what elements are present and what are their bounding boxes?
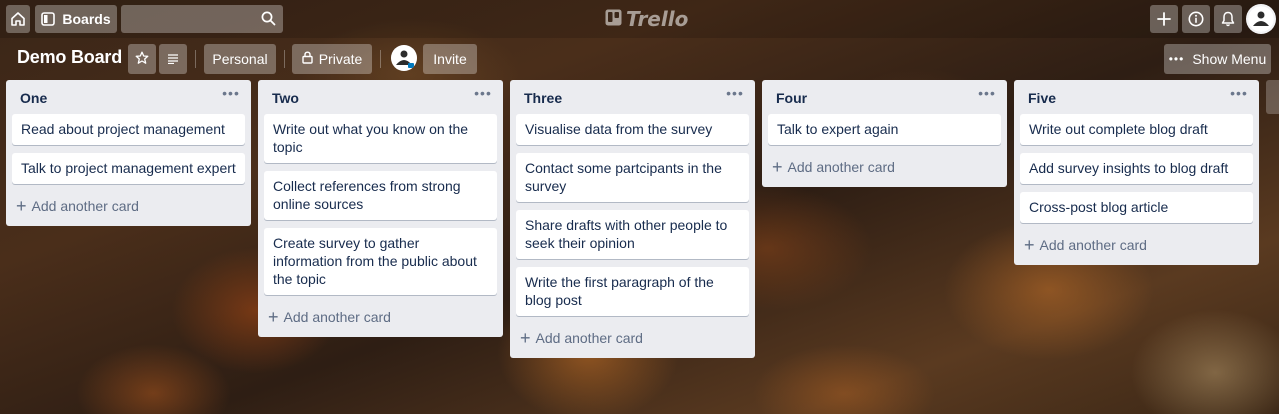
- invite-label: Invite: [433, 51, 467, 67]
- create-button[interactable]: [1150, 5, 1178, 33]
- add-card-button[interactable]: + Add another card: [264, 303, 497, 331]
- card[interactable]: Read about project management: [12, 114, 245, 145]
- trello-logo-icon: [605, 7, 622, 31]
- add-card-button[interactable]: + Add another card: [1020, 231, 1253, 259]
- boards-button[interactable]: Boards: [35, 5, 117, 33]
- plus-icon: +: [16, 196, 27, 216]
- card[interactable]: Visualise data from the survey: [516, 114, 749, 145]
- team-label: Personal: [212, 51, 268, 67]
- visibility-label: Private: [318, 51, 363, 67]
- member-avatar[interactable]: [391, 45, 417, 71]
- board-header: Demo Board Personal Private Invite ••• S…: [0, 42, 1279, 74]
- notifications-button[interactable]: [1214, 5, 1242, 33]
- plus-icon: +: [1024, 235, 1035, 255]
- list-title[interactable]: Three: [524, 90, 562, 106]
- ellipsis-icon[interactable]: •••: [725, 86, 745, 104]
- team-button[interactable]: Personal: [204, 44, 276, 74]
- add-list-button[interactable]: [1266, 80, 1279, 114]
- search-box[interactable]: [121, 5, 283, 33]
- divider: [195, 50, 196, 68]
- home-button[interactable]: [6, 5, 30, 33]
- card[interactable]: Talk to project management expert: [12, 153, 245, 184]
- boards-icon: [41, 12, 56, 26]
- lock-icon: [302, 51, 313, 67]
- divider: [284, 50, 285, 68]
- ellipsis-icon[interactable]: •••: [221, 86, 241, 104]
- card[interactable]: Write out what you know on the topic: [264, 114, 497, 163]
- plus-icon: +: [520, 328, 531, 348]
- show-menu-button[interactable]: ••• Show Menu: [1164, 44, 1271, 74]
- bell-icon: [1221, 11, 1235, 27]
- list-header: Two •••: [264, 80, 497, 114]
- add-card-label: Add another card: [283, 309, 391, 325]
- plus-icon: +: [772, 157, 783, 177]
- list-two: Two ••• Write out what you know on the t…: [258, 80, 503, 337]
- list-title[interactable]: Four: [776, 90, 807, 106]
- trello-logo-text: Trello: [626, 7, 689, 31]
- list-four: Four ••• Talk to expert again + Add anot…: [762, 80, 1007, 187]
- invite-button[interactable]: Invite: [423, 44, 477, 74]
- add-card-label: Add another card: [535, 330, 643, 346]
- board-title[interactable]: Demo Board: [17, 47, 122, 68]
- list-icon: [167, 51, 179, 67]
- add-card-button[interactable]: + Add another card: [768, 153, 1001, 181]
- list-five: Five ••• Write out complete blog draft A…: [1014, 80, 1259, 265]
- card[interactable]: Write out complete blog draft: [1020, 114, 1253, 145]
- card[interactable]: Share drafts with other people to seek t…: [516, 210, 749, 259]
- divider: [380, 50, 381, 68]
- card[interactable]: Add survey insights to blog draft: [1020, 153, 1253, 184]
- list-one: One ••• Read about project management Ta…: [6, 80, 251, 226]
- list-header: Three •••: [516, 80, 749, 114]
- list-three: Three ••• Visualise data from the survey…: [510, 80, 755, 358]
- more-icon: •••: [1168, 52, 1185, 66]
- list-header: Four •••: [768, 80, 1001, 114]
- search-icon[interactable]: [261, 11, 276, 31]
- list-header: One •••: [12, 80, 245, 114]
- list-header: Five •••: [1020, 80, 1253, 114]
- add-card-button[interactable]: + Add another card: [12, 192, 245, 220]
- add-card-label: Add another card: [1039, 237, 1147, 253]
- add-card-label: Add another card: [787, 159, 895, 175]
- plus-icon: +: [268, 307, 279, 327]
- info-button[interactable]: [1182, 5, 1210, 33]
- star-button[interactable]: [128, 44, 156, 74]
- card[interactable]: Collect references from strong online so…: [264, 171, 497, 220]
- add-card-button[interactable]: + Add another card: [516, 324, 749, 352]
- list-title[interactable]: One: [20, 90, 47, 106]
- home-icon: [10, 11, 26, 27]
- card[interactable]: Talk to expert again: [768, 114, 1001, 145]
- add-card-label: Add another card: [31, 198, 139, 214]
- info-icon: [1188, 11, 1204, 27]
- board-menu-button[interactable]: [159, 44, 187, 74]
- trello-logo[interactable]: Trello: [605, 7, 689, 31]
- show-menu-label: Show Menu: [1192, 51, 1267, 67]
- card[interactable]: Contact some partcipants in the survey: [516, 153, 749, 202]
- list-title[interactable]: Two: [272, 90, 299, 106]
- user-avatar[interactable]: [1246, 4, 1276, 34]
- search-input[interactable]: [121, 5, 283, 33]
- card[interactable]: Cross-post blog article: [1020, 192, 1253, 223]
- card[interactable]: Create survey to gather information from…: [264, 228, 497, 295]
- ellipsis-icon[interactable]: •••: [977, 86, 997, 104]
- star-icon: [135, 51, 149, 68]
- visibility-button[interactable]: Private: [292, 44, 372, 74]
- ellipsis-icon[interactable]: •••: [473, 86, 493, 104]
- card[interactable]: Write the first paragraph of the blog po…: [516, 267, 749, 316]
- top-navigation-bar: Boards Trello: [0, 0, 1279, 38]
- boards-label: Boards: [62, 11, 111, 27]
- ellipsis-icon[interactable]: •••: [1229, 86, 1249, 104]
- plus-icon: [1157, 12, 1171, 26]
- list-title[interactable]: Five: [1028, 90, 1056, 106]
